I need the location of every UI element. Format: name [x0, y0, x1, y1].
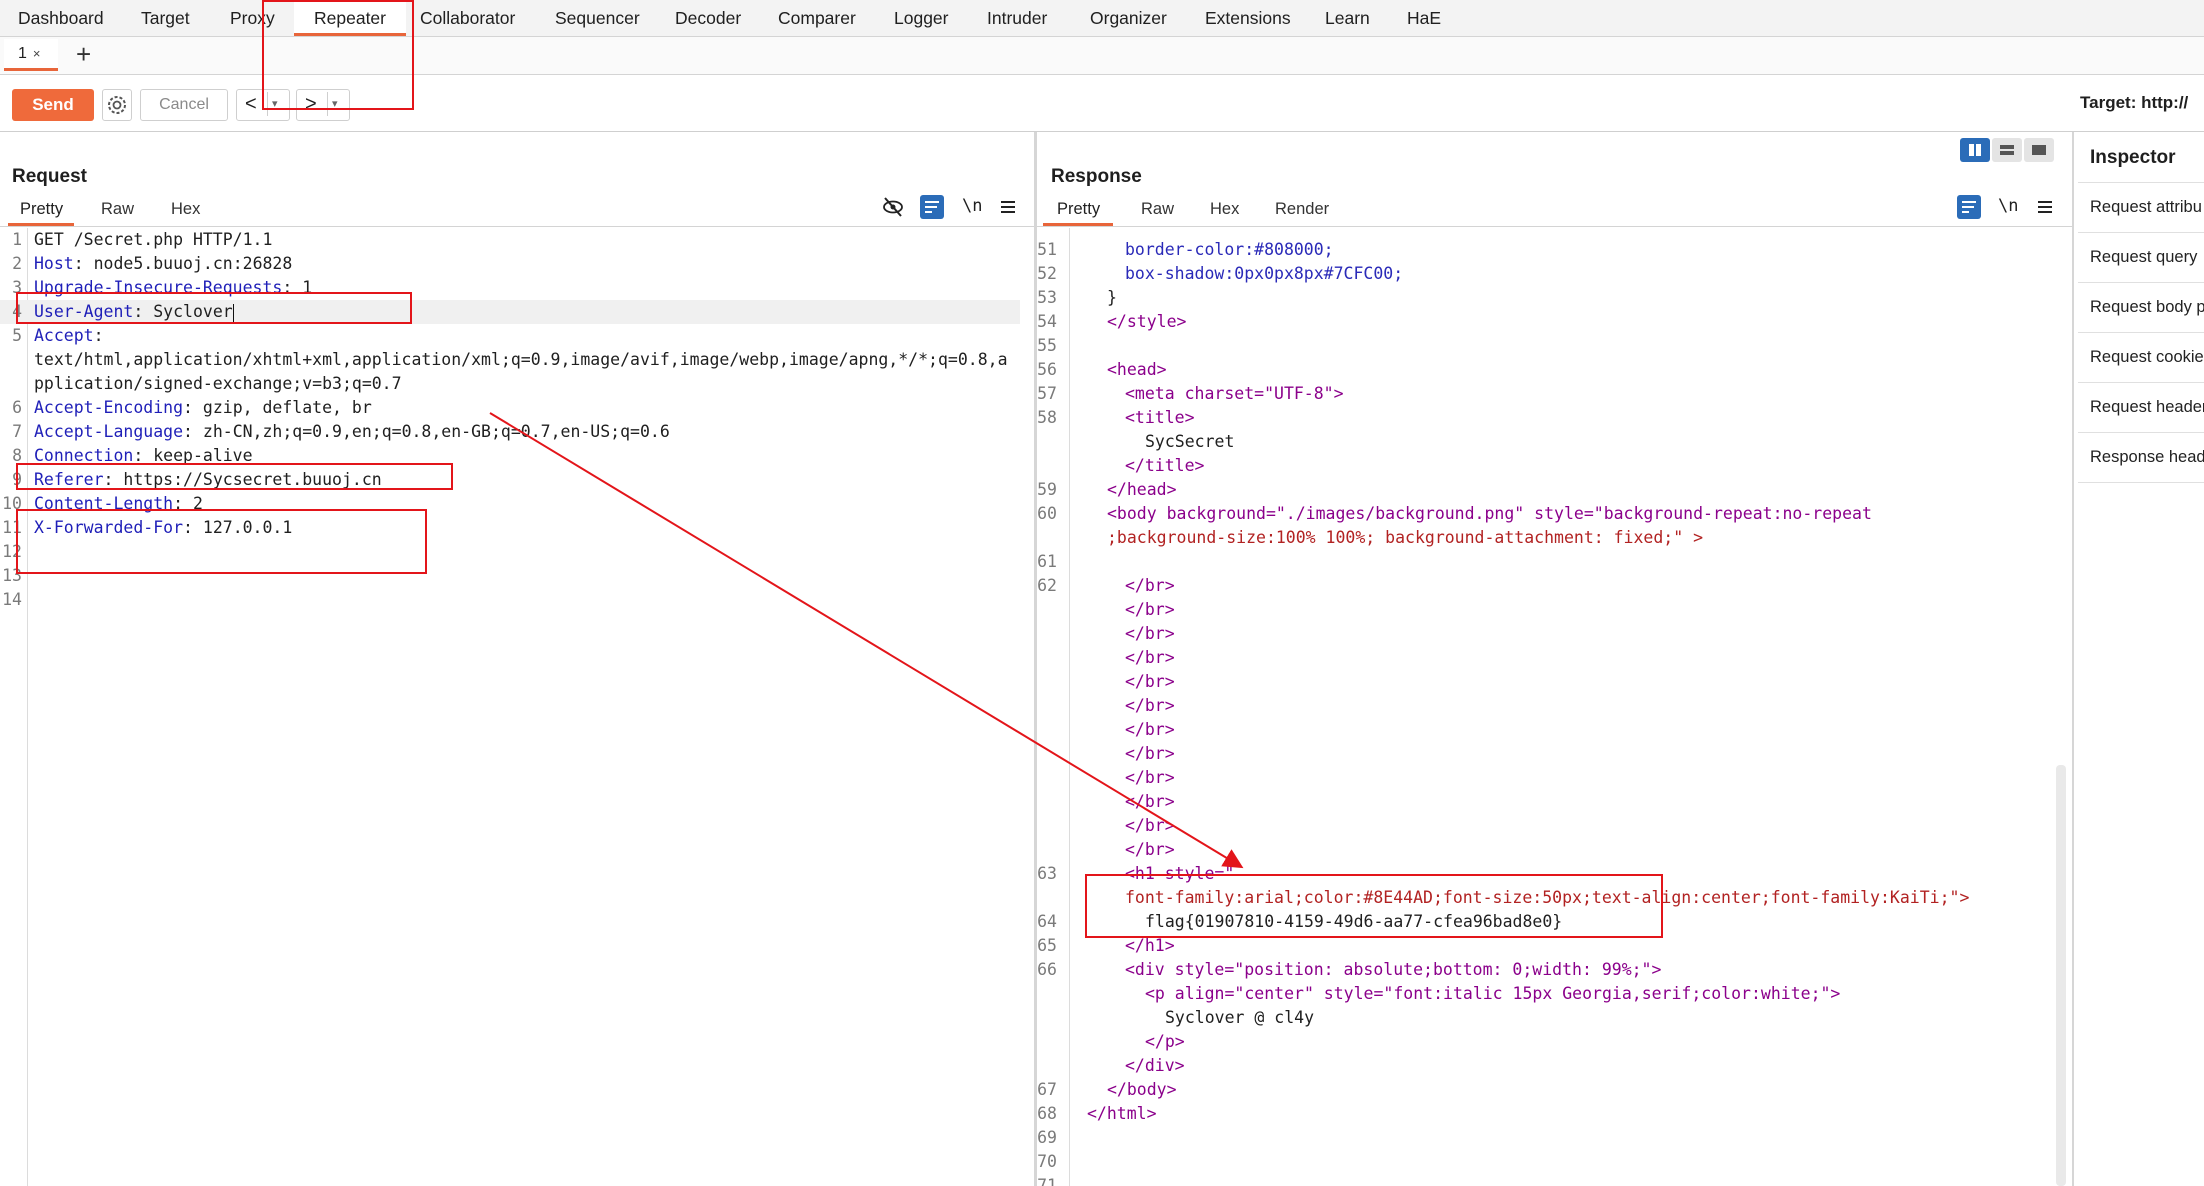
annotation-arrow-line — [489, 412, 1244, 869]
annotation-arrow — [489, 412, 1244, 869]
